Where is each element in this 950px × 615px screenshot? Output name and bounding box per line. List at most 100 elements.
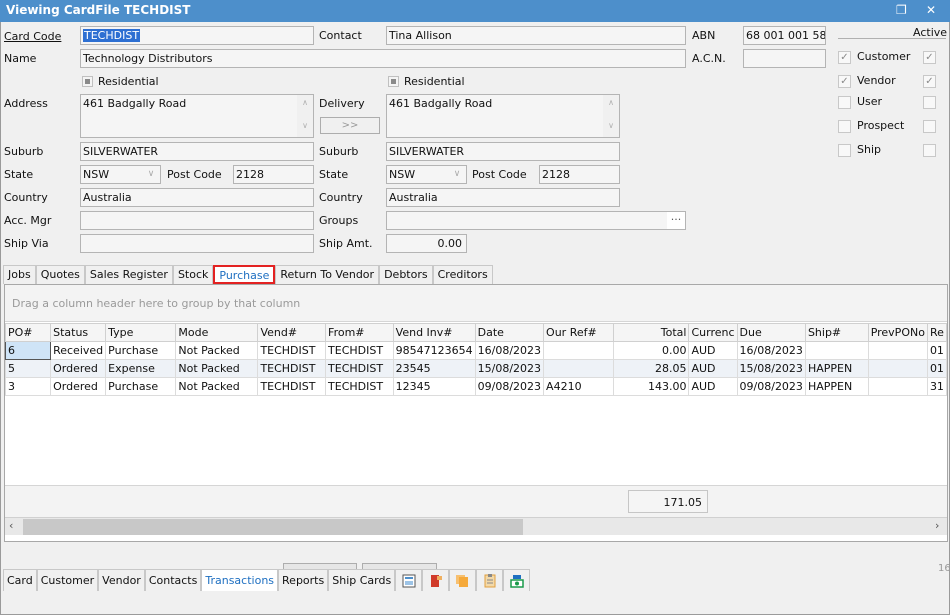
abn-input[interactable]: 68 001 001 585 — [743, 26, 826, 45]
tab-jobs[interactable]: Jobs — [3, 265, 36, 284]
column-header-mode[interactable]: Mode — [175, 323, 259, 342]
cell-from[interactable]: TECHDIST — [325, 341, 394, 360]
cell-po[interactable]: 5 — [4, 359, 52, 378]
residential-checkbox[interactable] — [82, 76, 93, 87]
delivery-state-select[interactable]: NSW ∨ — [386, 165, 467, 184]
tab-purchase[interactable]: Purchase — [213, 265, 276, 284]
cell-vend[interactable]: TECHDIST — [257, 377, 327, 396]
cell-ship[interactable]: HAPPEN — [804, 359, 869, 378]
bottom-tab-transactions[interactable]: Transactions — [201, 569, 279, 591]
delivery-residential-checkbox[interactable] — [388, 76, 399, 87]
contact-input[interactable]: Tina Allison — [386, 26, 686, 45]
groups-ellipsis-button[interactable]: ··· — [667, 212, 685, 229]
cell-status[interactable]: Ordered — [50, 377, 107, 396]
bottom-tab-ship-cards[interactable]: Ship Cards — [328, 569, 396, 591]
state-select[interactable]: NSW ∨ — [80, 165, 161, 184]
tab-quotes[interactable]: Quotes — [35, 265, 85, 284]
documents-icon[interactable] — [449, 569, 477, 591]
horizontal-scrollbar[interactable]: ‹ › — [5, 517, 947, 535]
column-header-our-ref[interactable]: Our Ref# — [543, 323, 615, 342]
cell-total[interactable]: 28.05 — [613, 359, 690, 378]
cell-vend-inv[interactable]: 98547123654 — [392, 341, 476, 360]
column-header-prevpono[interactable]: PrevPONo — [867, 323, 928, 342]
role-active-checkbox-customer[interactable]: ✓ — [923, 51, 936, 64]
form-icon[interactable] — [395, 569, 423, 591]
delivery-textarea[interactable]: 461 Badgally Road ∧ ∨ — [386, 94, 620, 138]
role-checkbox-customer[interactable]: ✓ — [838, 51, 851, 64]
role-checkbox-prospect[interactable] — [838, 120, 851, 133]
column-header-vend[interactable]: Vend# — [257, 323, 327, 342]
country-input[interactable]: Australia — [80, 188, 314, 207]
cell-mode[interactable]: Not Packed — [175, 359, 259, 378]
bottom-tab-vendor[interactable]: Vendor — [98, 569, 145, 591]
cell-date[interactable]: 09/08/2023 — [474, 377, 545, 396]
delivery-scrollbar[interactable]: ∧ ∨ — [603, 95, 619, 137]
cell-re[interactable]: 01 — [926, 341, 948, 360]
cell-from[interactable]: TECHDIST — [325, 377, 394, 396]
column-header-from[interactable]: From# — [325, 323, 394, 342]
suburb-input[interactable]: SILVERWATER — [80, 142, 314, 161]
cell-vend-inv[interactable]: 23545 — [392, 359, 476, 378]
clipboard-icon[interactable] — [476, 569, 504, 591]
cell-total[interactable]: 143.00 — [613, 377, 690, 396]
ship-via-input[interactable] — [80, 234, 314, 253]
cell-date[interactable]: 16/08/2023 — [474, 341, 545, 360]
close-icon[interactable]: ✕ — [926, 3, 936, 17]
delivery-country-input[interactable]: Australia — [386, 188, 620, 207]
postcode-input[interactable]: 2128 — [233, 165, 314, 184]
delivery-postcode-input[interactable]: 2128 — [539, 165, 620, 184]
column-header-type[interactable]: Type — [105, 323, 177, 342]
scroll-right-icon[interactable]: › — [935, 519, 939, 532]
group-by-area[interactable]: Drag a column header here to group by th… — [5, 285, 947, 322]
cell-re[interactable]: 01 — [926, 359, 948, 378]
acn-input[interactable] — [743, 49, 826, 68]
card-code-input[interactable]: TECHDIST — [80, 26, 314, 45]
cell-vend[interactable]: TECHDIST — [257, 341, 327, 360]
role-active-checkbox-prospect[interactable] — [923, 120, 936, 133]
cell-due[interactable]: 15/08/2023 — [736, 359, 806, 378]
table-row[interactable]: 5 Ordered Expense Not Packed TECHDIST TECHDIS… — [4, 359, 948, 378]
cell-mode[interactable]: Not Packed — [175, 377, 259, 396]
cell-ship[interactable] — [804, 341, 869, 360]
role-active-checkbox-ship[interactable] — [923, 144, 936, 157]
cell-date[interactable]: 15/08/2023 — [474, 359, 545, 378]
cell-from[interactable]: TECHDIST — [325, 359, 394, 378]
tab-stock[interactable]: Stock — [172, 265, 214, 284]
bottom-tab-reports[interactable]: Reports — [278, 569, 329, 591]
column-header-status[interactable]: Status — [50, 323, 107, 342]
scrollbar-thumb[interactable] — [23, 519, 523, 535]
cell-prevpono[interactable] — [867, 341, 928, 360]
column-header-total[interactable]: Total — [613, 323, 690, 342]
cell-vend-inv[interactable]: 12345 — [392, 377, 476, 396]
cell-our-ref[interactable] — [543, 359, 615, 378]
column-header-po[interactable]: PO# — [4, 323, 52, 342]
cell-ship[interactable]: HAPPEN — [804, 377, 869, 396]
cell-re[interactable]: 31 — [926, 377, 948, 396]
cell-po[interactable]: 3 — [4, 377, 52, 396]
table-row[interactable]: 6 Received Purchase Not Packed TECHDIST TECHD… — [4, 341, 948, 360]
restore-icon[interactable]: ❐ — [896, 3, 907, 17]
bottom-tab-customer[interactable]: Customer — [36, 569, 99, 591]
ship-amt-input[interactable]: 0.00 — [386, 234, 467, 253]
cell-type[interactable]: Purchase — [105, 341, 177, 360]
column-header-re[interactable]: Re — [926, 323, 948, 342]
tab-return-to-vendor[interactable]: Return To Vendor — [275, 265, 380, 284]
groups-input[interactable]: ··· — [386, 211, 686, 230]
cell-status[interactable]: Received — [50, 341, 107, 360]
cell-due[interactable]: 16/08/2023 — [736, 341, 806, 360]
cell-type[interactable]: Purchase — [105, 377, 177, 396]
role-checkbox-ship[interactable] — [838, 144, 851, 157]
role-checkbox-user[interactable] — [838, 96, 851, 109]
tab-debtors[interactable]: Debtors — [379, 265, 433, 284]
cell-our-ref[interactable] — [543, 341, 615, 360]
role-active-checkbox-vendor[interactable]: ✓ — [923, 75, 936, 88]
cell-prevpono[interactable] — [867, 359, 928, 378]
column-header-vend-inv[interactable]: Vend Inv# — [392, 323, 476, 342]
bottom-tab-card[interactable]: Card — [3, 569, 37, 591]
gift-money-icon[interactable] — [503, 569, 531, 591]
tab-creditors[interactable]: Creditors — [432, 265, 493, 284]
tab-sales-register[interactable]: Sales Register — [84, 265, 173, 284]
door-icon[interactable] — [422, 569, 450, 591]
cell-currenc[interactable]: AUD — [688, 341, 738, 360]
address-scrollbar[interactable]: ∧ ∨ — [297, 95, 313, 137]
